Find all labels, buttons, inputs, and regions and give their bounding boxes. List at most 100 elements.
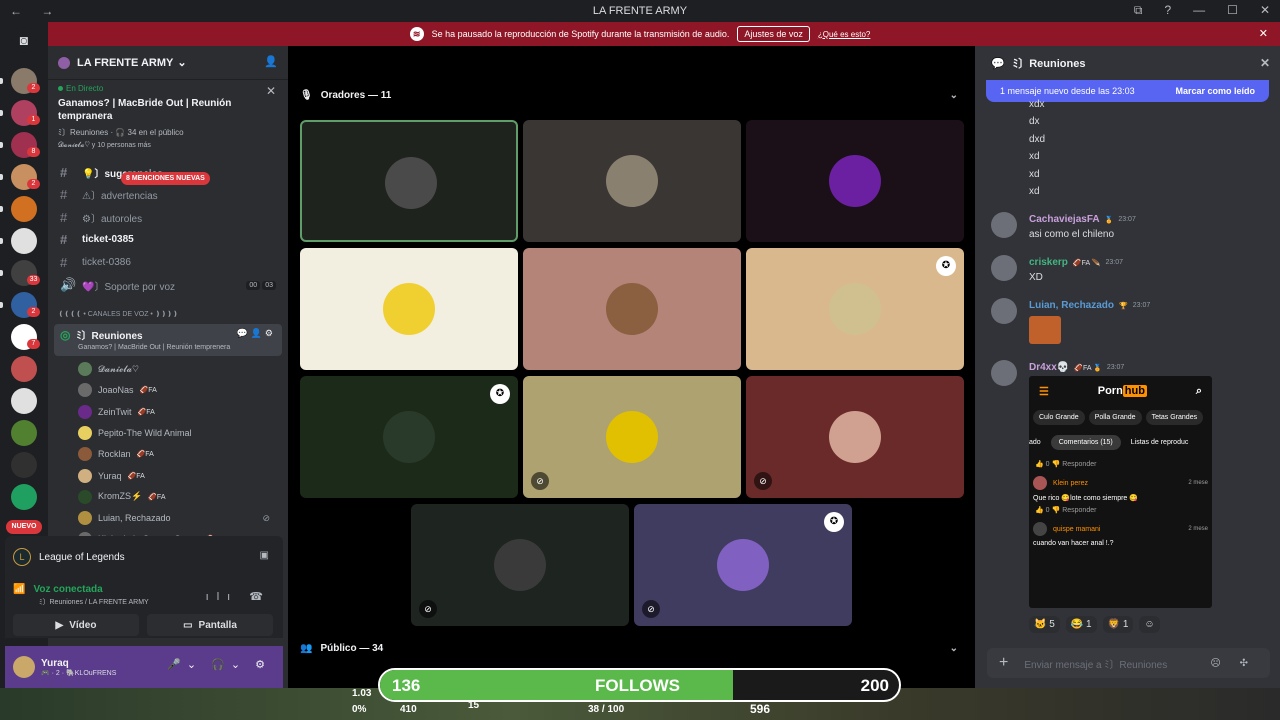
speaker-tile[interactable]: ✪	[300, 376, 518, 498]
channel-item[interactable]: # ticket-0386	[54, 252, 282, 272]
hud-stat: 410	[400, 704, 417, 715]
message-author[interactable]: Luian, Rechazado	[1029, 300, 1114, 311]
server-icon[interactable]	[11, 356, 37, 382]
channel-item[interactable]: # ⚠〕advertencias	[54, 185, 282, 205]
message-author[interactable]: CachaviejasFA	[1029, 214, 1100, 225]
speaker-tile[interactable]	[523, 248, 741, 370]
embed-image[interactable]: ☰ Porn hub ⌕ Culo Grande Polla Grande Tetas…	[1029, 376, 1212, 608]
reaction[interactable]: 😂 1	[1065, 616, 1097, 633]
channel-item[interactable]: # ticket-0385	[54, 230, 282, 250]
new-mentions-badge[interactable]: 8 MENCIONES NUEVAS	[121, 172, 210, 185]
muted-mic-icon: ⊘	[642, 600, 660, 618]
voice-channel-reuniones[interactable]: ◎ ﾐ〕Reuniones Ganamos? | MacBride Out | R…	[54, 324, 282, 356]
channel-item[interactable]: 🔊 💜〕Soporte por voz 00 03	[54, 275, 282, 295]
speaker-tile[interactable]: ✪ ⊘	[634, 504, 852, 626]
voice-user[interactable]: ZeinTwit 🏈FA	[78, 402, 278, 422]
avatar[interactable]	[991, 360, 1017, 386]
window-control-icon[interactable]: ☐	[1227, 3, 1238, 18]
embed-comment-text: cuando van hacer anal !.?	[1033, 540, 1114, 547]
speaker-tile[interactable]	[746, 120, 964, 242]
close-icon[interactable]: ✕	[266, 84, 276, 98]
emoji-icons[interactable]: ☹ ✣	[1210, 658, 1256, 669]
message-time: 23:07	[1105, 259, 1124, 266]
server-icon	[58, 56, 70, 69]
server-icon[interactable]	[11, 388, 37, 414]
window-control-icon[interactable]: ⧉	[1134, 3, 1143, 18]
avatar[interactable]	[991, 255, 1017, 281]
voice-connection[interactable]: 📶 Voz conectada ﾐ〕Reuniones / LA FRENTE A…	[13, 584, 149, 607]
speaker-tile[interactable]: ⊘	[411, 504, 629, 626]
sticker-image[interactable]	[1029, 316, 1061, 344]
speaker-tile[interactable]: ⊘	[746, 376, 964, 498]
message-time: 23:07	[1118, 216, 1136, 223]
close-icon[interactable]: ✕	[1260, 56, 1270, 70]
voice-detail: ﾐ〕Reuniones / LA FRENTE ARMY	[39, 599, 149, 606]
channel-item[interactable]: # ⚙〕autoroles	[54, 207, 282, 227]
server-header[interactable]: LA FRENTE ARMY ⌄ 👤	[48, 46, 288, 80]
muted-mic-icon: ⊘	[754, 472, 772, 490]
chevron-down-icon[interactable]: ⌄	[950, 90, 958, 101]
voice-user[interactable]: Luian, Rechazado ⊘	[78, 508, 278, 528]
message-author[interactable]: criskerp	[1029, 257, 1068, 268]
speakers-header[interactable]: 🎙 Oradores — 11 ⌄	[300, 85, 970, 105]
stage-view: 🎙 Oradores — 11 ⌄ ✪ ✪ ⊘ ⊘ ⊘ ✪ ⊘ 👥 Público — 34 ⌄	[288, 46, 975, 688]
avatar[interactable]	[991, 298, 1017, 324]
window-control-icon[interactable]: ✕	[1260, 3, 1270, 18]
server-icon[interactable]	[11, 196, 37, 222]
audience-header[interactable]: 👥 Público — 34 ⌄	[300, 638, 970, 658]
stage-card[interactable]: En Directo Ganamos? | MacBride Out | Reu…	[48, 80, 288, 164]
window-control-icon[interactable]: —	[1193, 3, 1205, 18]
reaction[interactable]: ☺	[1139, 616, 1160, 633]
channel-action-icons[interactable]: 💬👤⚙	[237, 328, 276, 339]
reactions: 🐱 5 😂 1 🦁 1 ☺	[1029, 616, 1160, 633]
voice-settings-button[interactable]: Ajustes de voz	[737, 26, 810, 42]
stage-title: Ganamos? | MacBride Out | Reunión tempra…	[58, 98, 232, 122]
voice-user[interactable]: Yuraq 🏈FA	[78, 466, 278, 486]
activity-game[interactable]: L League of Legends	[13, 548, 125, 566]
voice-user[interactable]: JoaoNas 🏈FA	[78, 380, 278, 400]
window-controls[interactable]: ⧉? — ☐ ✕	[1134, 3, 1270, 18]
mark-read-button[interactable]: Marcar como leído	[1175, 86, 1255, 96]
game-overlay-icon[interactable]: ▣	[260, 550, 269, 561]
add-attachment-icon[interactable]: +	[999, 654, 1008, 672]
role-tag: 🏈FA	[148, 493, 166, 501]
voice-user[interactable]: Pepito-The Wild Animal	[78, 423, 278, 443]
mention-badge: 2	[27, 179, 40, 189]
close-banner-icon[interactable]: ✕	[1259, 27, 1268, 40]
video-button[interactable]: ▶ Vídeo	[13, 614, 139, 636]
chevron-down-icon[interactable]: ⌄	[950, 643, 958, 654]
voice-category[interactable]: ❪❪❪❪ • CANALES DE VOZ • ❫❫❫❫	[58, 310, 178, 318]
hud-stat: 38 / 100	[588, 704, 625, 715]
invite-icon[interactable]: 👤	[264, 55, 278, 68]
server-icon[interactable]	[11, 420, 37, 446]
message-input[interactable]: + Enviar mensaje a ﾐ〕Reuniones ☹ ✣	[987, 648, 1270, 678]
speaker-tile[interactable]	[300, 120, 518, 242]
screen-share-button[interactable]: ▭ Pantalla	[147, 614, 273, 636]
speaker-tile[interactable]: ✪	[746, 248, 964, 370]
avatar[interactable]	[991, 212, 1017, 238]
channel-name: ticket-0385	[82, 234, 134, 246]
user-controls[interactable]: 🎤⌄ 🎧⌄ ⚙	[167, 658, 271, 671]
server-icon[interactable]	[11, 228, 37, 254]
voice-controls[interactable]: ılı ☎	[206, 590, 271, 603]
new-badge[interactable]: NUEVO	[6, 520, 42, 534]
speaker-tile[interactable]: ⊘	[523, 376, 741, 498]
embed-tabs: ado Comentarios (15) Listas de reproduc	[1029, 429, 1212, 456]
voice-user[interactable]: 𝓓𝓪𝓷𝓲𝓮𝓵𝓪♡	[78, 359, 278, 379]
role-tag: 🏈FA	[137, 408, 155, 416]
server-icon[interactable]	[11, 484, 37, 510]
mention-badge: 2	[27, 83, 40, 93]
avatar[interactable]	[13, 656, 35, 678]
window-control-icon[interactable]: ?	[1164, 3, 1171, 18]
speaker-tile[interactable]	[300, 248, 518, 370]
speaker-tile[interactable]	[523, 120, 741, 242]
voice-user[interactable]: KromZS⚡ 🏈FA	[78, 487, 278, 507]
discord-home-icon[interactable]: ◙	[11, 27, 37, 53]
reaction[interactable]: 🦁 1	[1102, 616, 1134, 633]
channel-name: ⚙〕autoroles	[82, 213, 143, 225]
what-is-this-link[interactable]: ¿Qué es esto?	[818, 30, 870, 39]
server-icon[interactable]	[11, 452, 37, 478]
message-author[interactable]: Dr4xx💀	[1029, 362, 1069, 373]
voice-user[interactable]: Rocklan 🏈FA	[78, 444, 278, 464]
reaction[interactable]: 🐱 5	[1029, 616, 1060, 633]
